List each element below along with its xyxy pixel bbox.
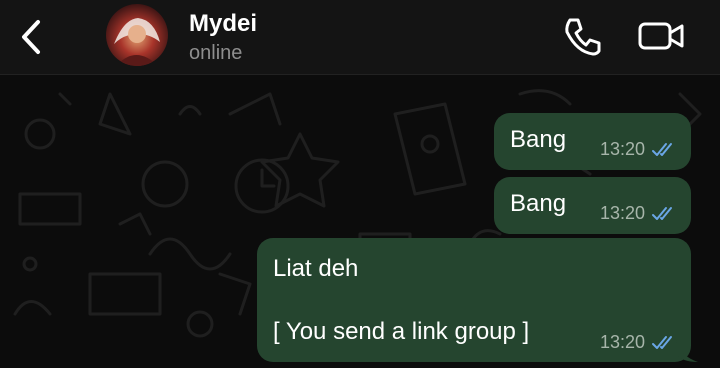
chevron-left-icon: [8, 20, 52, 66]
message-time: 13:20: [599, 203, 645, 223]
message-text-line: [ You send a link group ]: [273, 318, 530, 345]
message-text-line: Liat deh: [273, 255, 359, 282]
avatar[interactable]: [106, 4, 168, 66]
double-check-icon: [651, 206, 677, 222]
phone-icon: [560, 14, 604, 58]
message-time: 13:20: [599, 139, 645, 159]
double-check-icon: [651, 142, 677, 158]
message-meta: 13:20: [600, 332, 677, 353]
video-camera-icon: [634, 14, 690, 58]
contact-status: online: [189, 42, 243, 64]
message-time: 13:20: [599, 332, 645, 352]
voice-call-button[interactable]: [560, 14, 604, 58]
outgoing-message[interactable]: Bang 13:20: [494, 113, 691, 170]
outgoing-message[interactable]: Bang 13:20: [494, 177, 691, 234]
message-meta: 13:20: [600, 139, 677, 160]
outgoing-message[interactable]: Liat deh [ You send a link group ] 13:20: [257, 238, 691, 362]
bubble-tail: [676, 340, 698, 362]
chat-screen: Mydei online Bang 13:20 Bang 13:20 Liat …: [0, 0, 720, 368]
double-check-icon: [651, 335, 677, 351]
message-text: Bang: [510, 126, 567, 153]
message-text: Bang: [510, 190, 567, 217]
chat-header: Mydei online: [0, 0, 720, 75]
video-call-button[interactable]: [634, 14, 690, 58]
contact-name[interactable]: Mydei: [189, 10, 257, 38]
back-button[interactable]: [8, 12, 52, 62]
message-meta: 13:20: [600, 203, 677, 224]
